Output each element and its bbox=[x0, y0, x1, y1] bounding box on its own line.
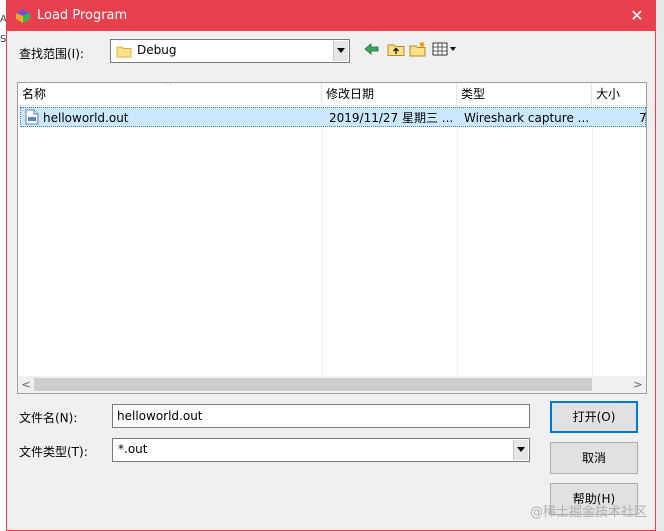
lookin-value: Debug bbox=[137, 43, 177, 57]
column-divider bbox=[592, 105, 593, 377]
up-folder-icon[interactable] bbox=[387, 41, 405, 57]
watermark: @稀土掘金技术社区 bbox=[529, 505, 647, 520]
scroll-right-icon[interactable]: > bbox=[630, 376, 646, 393]
filetype-value: *.out bbox=[118, 442, 148, 456]
scroll-left-icon[interactable]: < bbox=[18, 376, 34, 393]
app-icon bbox=[16, 9, 30, 23]
chevron-down-icon[interactable] bbox=[513, 440, 528, 460]
file-icon bbox=[25, 109, 39, 125]
sort-ascending-icon: ^ bbox=[164, 82, 173, 91]
scrollbar-thumb[interactable] bbox=[34, 378, 592, 391]
column-divider bbox=[322, 105, 323, 377]
close-icon[interactable]: ✕ bbox=[627, 6, 647, 26]
file-date-cell: 2019/11/27 星期三 ... bbox=[329, 111, 454, 125]
title-bar[interactable]: Load Program ✕ bbox=[7, 1, 655, 31]
list-header: 名称 ^ 修改日期 类型 大小 bbox=[18, 83, 646, 106]
file-name-cell: helloworld.out bbox=[43, 111, 129, 125]
list-item[interactable]: helloworld.out 2019/11/27 星期三 ... Wiresh… bbox=[20, 107, 646, 127]
window-title: Load Program bbox=[37, 8, 128, 23]
lookin-label: 查找范围(I): bbox=[19, 47, 84, 61]
file-list[interactable]: 名称 ^ 修改日期 类型 大小 helloworld.out 2019/11/2… bbox=[17, 82, 647, 394]
filename-input[interactable]: helloworld.out bbox=[112, 404, 530, 428]
column-divider bbox=[457, 105, 458, 377]
back-arrow-icon[interactable] bbox=[363, 41, 381, 57]
column-header-date[interactable]: 修改日期 bbox=[322, 83, 457, 105]
folder-icon bbox=[116, 46, 132, 58]
view-menu-icon[interactable] bbox=[432, 41, 460, 57]
filename-label: 文件名(N): bbox=[19, 411, 78, 425]
chevron-down-icon[interactable] bbox=[333, 41, 348, 61]
file-type-cell: Wireshark capture ... bbox=[464, 111, 590, 125]
cancel-button[interactable]: 取消 bbox=[550, 442, 638, 474]
column-header-size[interactable]: 大小 bbox=[592, 83, 646, 105]
open-button[interactable]: 打开(O) bbox=[550, 401, 638, 433]
new-folder-icon[interactable] bbox=[409, 41, 427, 57]
filetype-combo[interactable]: *.out bbox=[112, 438, 530, 462]
file-size-cell: 7 bbox=[639, 111, 647, 125]
column-header-type[interactable]: 类型 bbox=[457, 83, 592, 105]
filetype-label: 文件类型(T): bbox=[19, 445, 88, 459]
lookin-combo[interactable]: Debug bbox=[110, 39, 350, 63]
horizontal-scrollbar[interactable]: < > bbox=[18, 376, 646, 393]
load-program-dialog: Load Program ✕ 查找范围(I): Debug 名称 ^ 修改日期 … bbox=[6, 0, 656, 531]
